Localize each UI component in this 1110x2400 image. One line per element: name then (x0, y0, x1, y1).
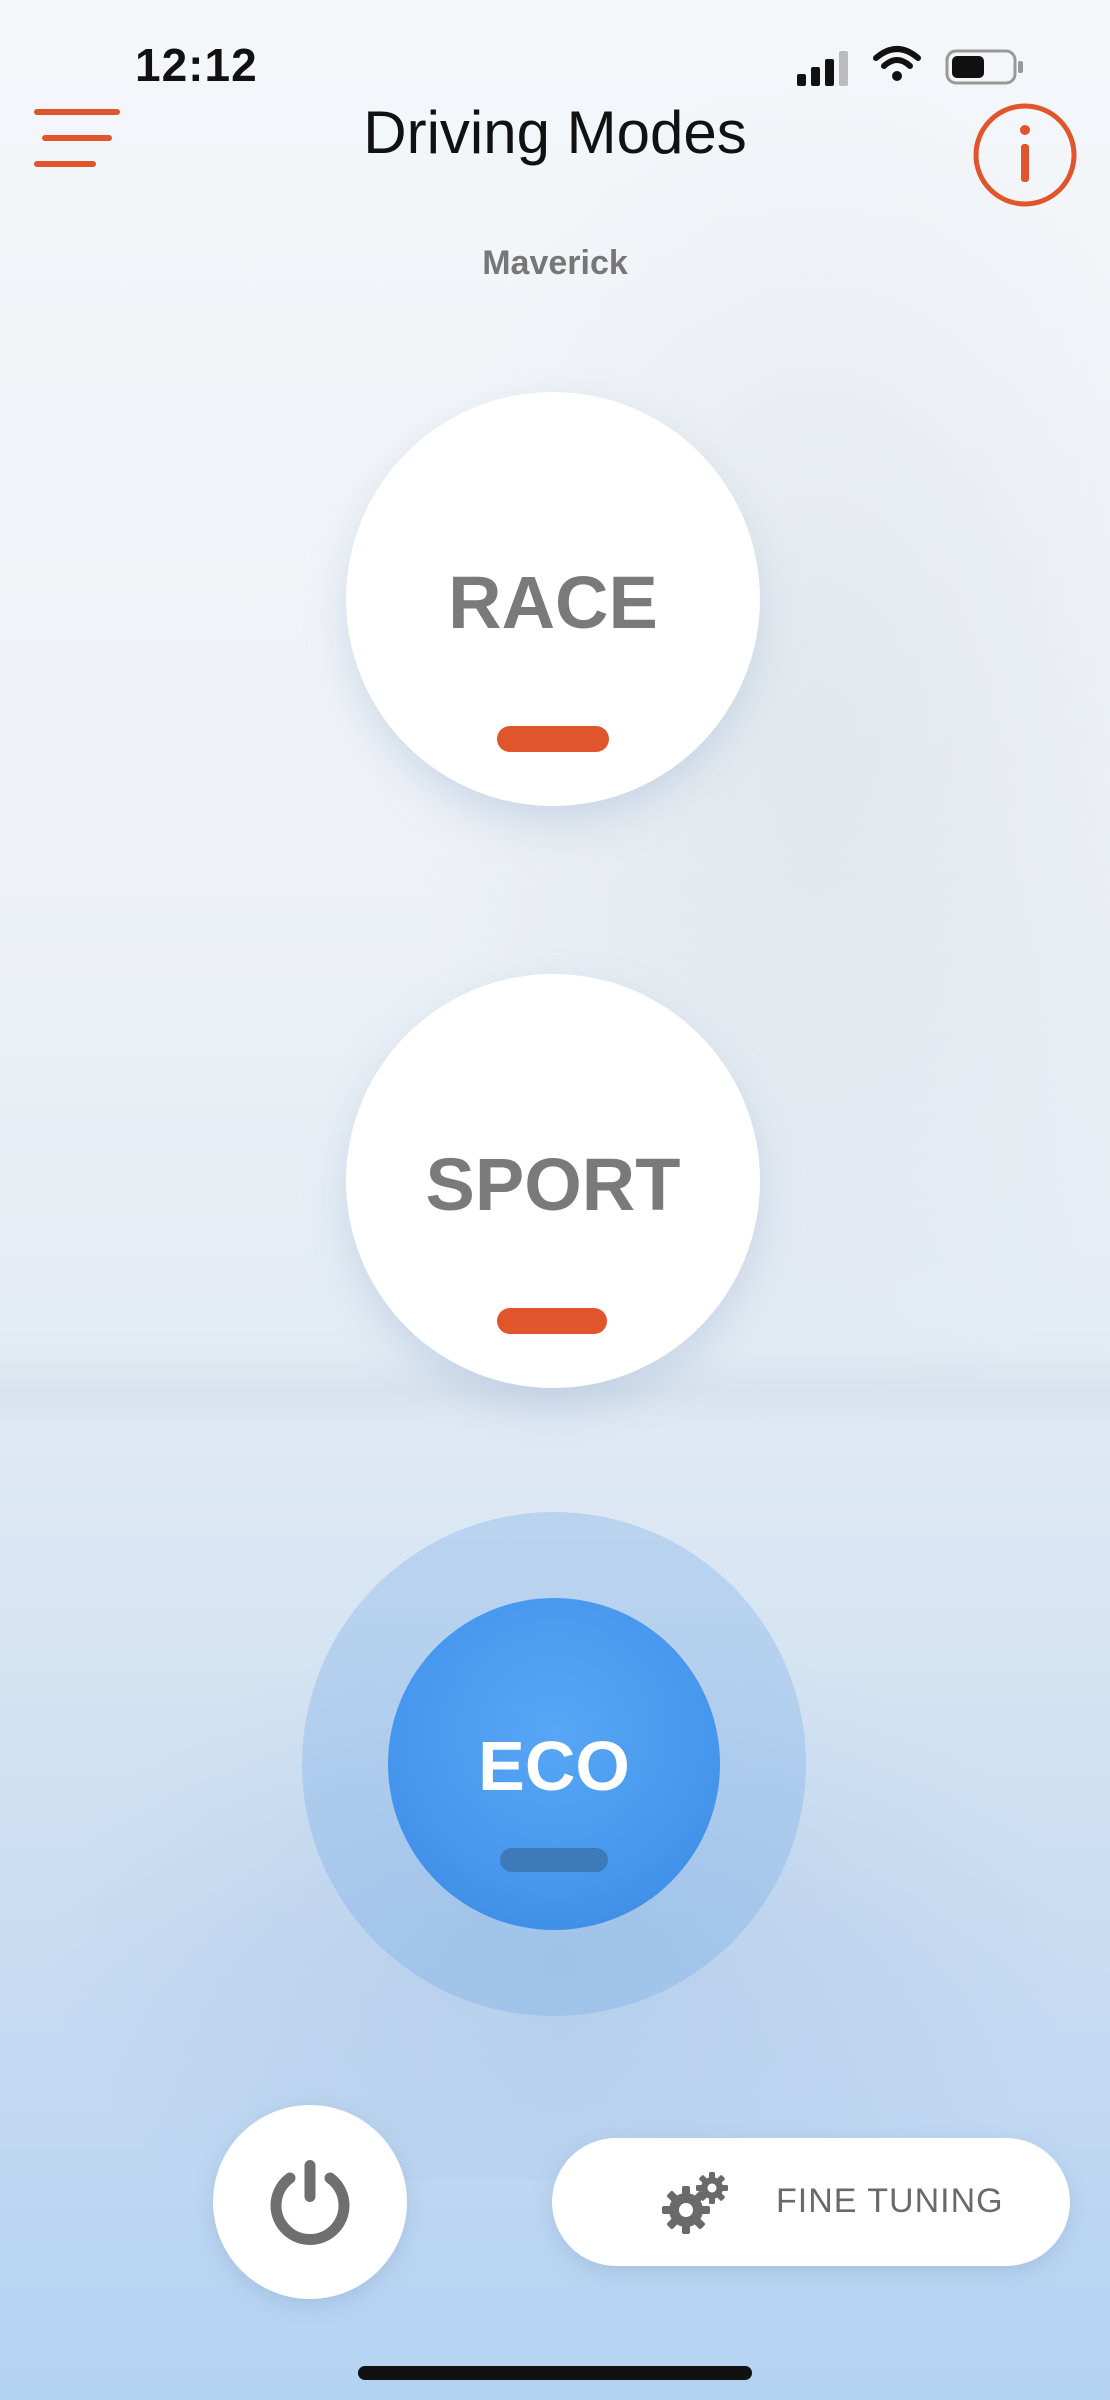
eco-mode-indicator (500, 1848, 608, 1872)
home-indicator[interactable] (358, 2366, 752, 2380)
sport-mode-button[interactable]: SPORT (346, 974, 760, 1388)
gear-icon (662, 2172, 728, 2234)
sport-mode-indicator (497, 1308, 607, 1334)
info-button[interactable] (972, 102, 1078, 208)
race-mode-button[interactable]: RACE (346, 392, 760, 806)
fine-tuning-label: FINE TUNING (776, 2182, 1004, 2220)
eco-mode-label: ECO (478, 1727, 630, 1805)
eco-mode-button[interactable]: ECO (388, 1598, 720, 1930)
fine-tuning-button[interactable]: FINE TUNING (552, 2138, 1070, 2266)
power-icon (270, 2160, 350, 2245)
vehicle-name: Maverick (482, 244, 628, 282)
status-time: 12:12 (135, 39, 258, 91)
wifi-icon (873, 46, 921, 81)
battery-icon (945, 49, 1023, 85)
info-icon (973, 103, 1077, 207)
cellular-signal-icon (797, 51, 848, 86)
race-mode-label: RACE (448, 561, 658, 644)
sport-mode-label: SPORT (425, 1143, 681, 1226)
page-title: Driving Modes (363, 99, 747, 166)
race-mode-indicator (497, 726, 609, 752)
power-button[interactable] (213, 2105, 407, 2299)
status-bar: 12:12 (0, 0, 1110, 110)
